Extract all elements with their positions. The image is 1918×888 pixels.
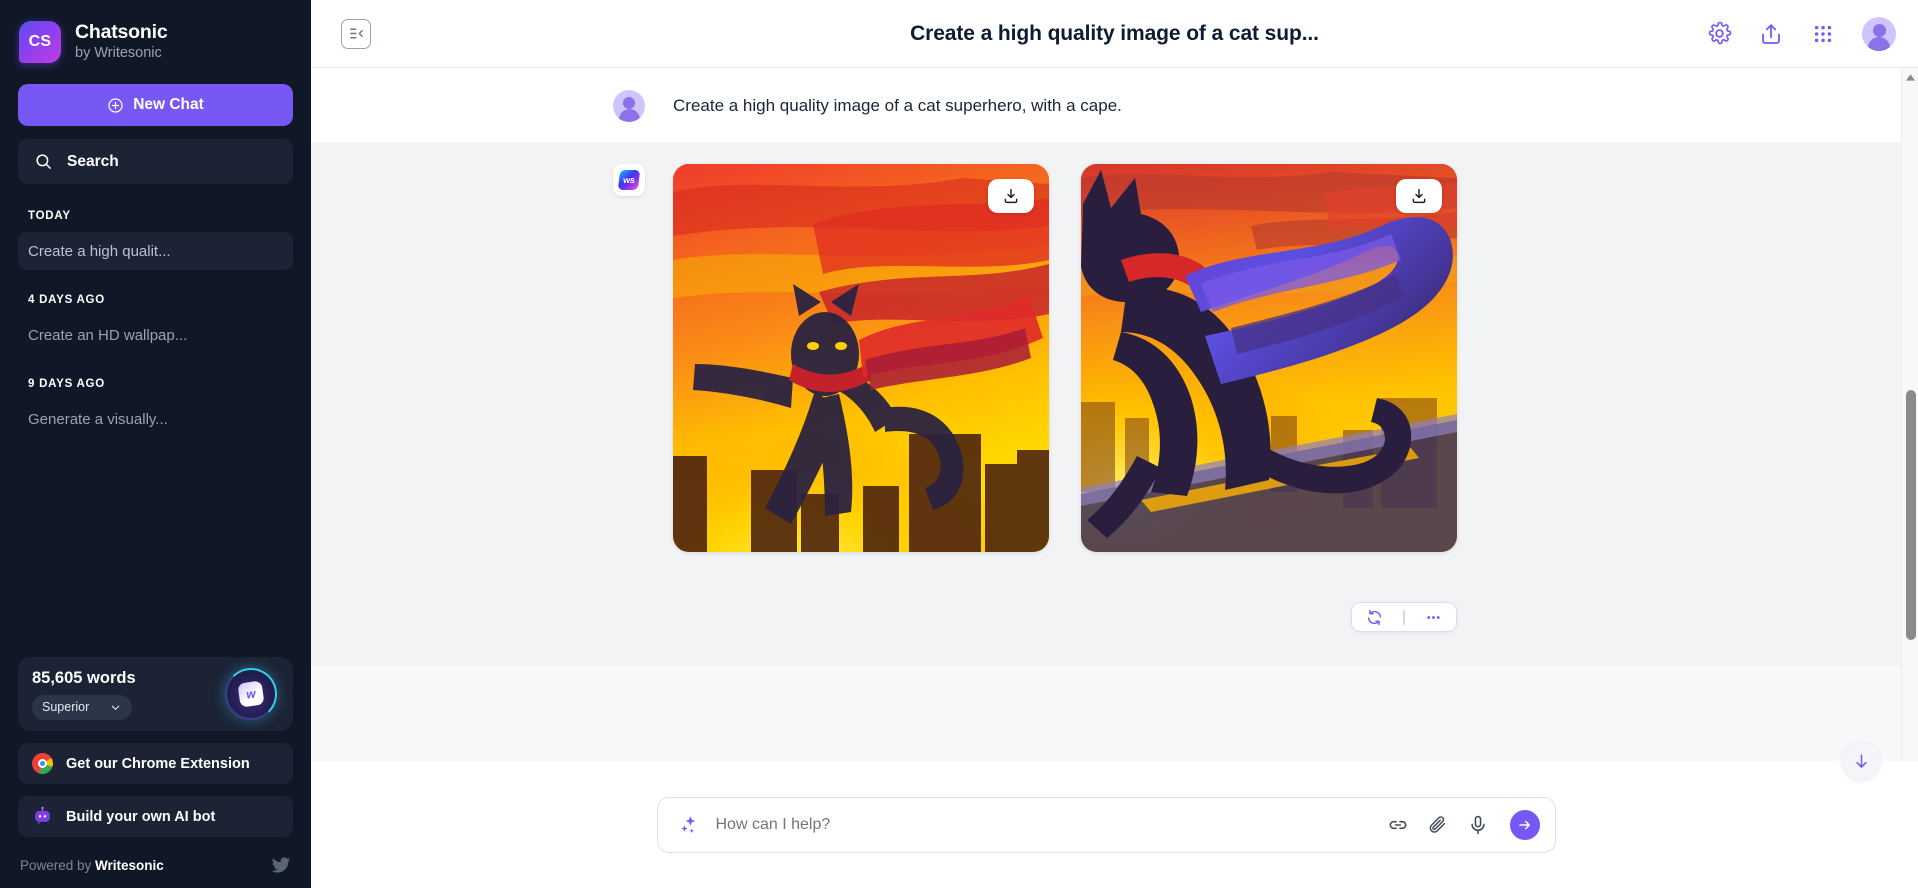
new-chat-label: New Chat bbox=[133, 96, 204, 113]
history-item-title: Create an HD wallpap... bbox=[28, 326, 188, 344]
artwork-cat-red-cape bbox=[673, 164, 1049, 552]
word-balance-orb: w bbox=[225, 668, 277, 720]
history-item-4days-0[interactable]: Create an HD wallpap... bbox=[18, 316, 293, 354]
main-panel: Create a high quality image of a cat sup… bbox=[311, 0, 1918, 888]
search-label: Search bbox=[67, 152, 119, 170]
top-bar: Create a high quality image of a cat sup… bbox=[311, 0, 1918, 68]
word-balance-card: 85,605 words Superior w bbox=[18, 657, 293, 731]
robot-icon bbox=[32, 806, 53, 827]
writesonic-avatar: ws bbox=[613, 164, 645, 196]
powered-prefix: Powered by bbox=[20, 858, 96, 873]
sidebar: CS Chatsonic by Writesonic New Chat Sear… bbox=[0, 0, 311, 888]
scrollbar-thumb[interactable] bbox=[1905, 390, 1916, 640]
brand: CS Chatsonic by Writesonic bbox=[18, 0, 293, 63]
app-root: CS Chatsonic by Writesonic New Chat Sear… bbox=[0, 0, 1918, 888]
download-image-1-button[interactable] bbox=[988, 179, 1034, 213]
user-message-row: Create a high quality image of a cat sup… bbox=[311, 68, 1918, 142]
scroll-up-arrow-icon[interactable] bbox=[1905, 73, 1916, 82]
ws-mark: ws bbox=[617, 170, 641, 190]
history-item-title: Create a high qualit... bbox=[28, 242, 171, 260]
download-icon bbox=[1412, 188, 1426, 204]
composer-area bbox=[311, 761, 1918, 888]
chatsonic-logo: CS bbox=[19, 21, 61, 63]
sparkle-icon bbox=[678, 814, 700, 836]
writesonic-mark: w bbox=[237, 680, 265, 708]
gear-icon[interactable] bbox=[1706, 21, 1732, 47]
download-image-2-button[interactable] bbox=[1396, 179, 1442, 213]
send-arrow-icon bbox=[1518, 820, 1530, 829]
history-group-4-days: 4 DAYS AGO Create an HD wallpap... bbox=[18, 294, 293, 354]
chevron-down-icon bbox=[111, 705, 120, 710]
microphone-icon[interactable] bbox=[1465, 812, 1491, 838]
brand-subtitle: by Writesonic bbox=[75, 45, 162, 62]
share-icon[interactable] bbox=[1758, 21, 1784, 47]
chrome-icon bbox=[32, 753, 53, 774]
history-item-title: Generate a visually... bbox=[28, 410, 168, 428]
page-title: Create a high quality image of a cat sup… bbox=[910, 21, 1319, 45]
message-composer[interactable] bbox=[656, 796, 1556, 853]
apps-grid-icon[interactable] bbox=[1810, 21, 1836, 47]
powered-brand: Writesonic bbox=[95, 858, 164, 873]
history-item-today-0[interactable]: Create a high qualit... bbox=[18, 232, 293, 270]
history-group-label: 9 DAYS AGO bbox=[28, 378, 105, 390]
regenerate-icon[interactable] bbox=[1358, 608, 1390, 627]
download-icon bbox=[1004, 188, 1018, 204]
history-group-label: 4 DAYS AGO bbox=[28, 294, 105, 306]
powered-by: Powered by Writesonic bbox=[18, 857, 293, 874]
plan-label: Superior bbox=[42, 700, 90, 714]
user-avatar bbox=[613, 89, 645, 122]
assistant-message-row: ws bbox=[311, 142, 1918, 666]
vertical-scrollbar[interactable] bbox=[1901, 68, 1918, 761]
generated-image-1[interactable] bbox=[673, 164, 1049, 552]
plus-circle-icon bbox=[108, 97, 123, 113]
user-avatar[interactable] bbox=[1862, 16, 1896, 51]
message-actions bbox=[613, 602, 1457, 632]
chrome-extension-label: Get our Chrome Extension bbox=[66, 755, 250, 772]
attachment-icon[interactable] bbox=[1425, 812, 1451, 838]
sidebar-footer: 85,605 words Superior w Get our Chrome E… bbox=[18, 657, 293, 888]
chat-history: TODAY Create a high qualit... 4 DAYS AGO… bbox=[18, 210, 293, 657]
word-count: 85,605 words bbox=[32, 668, 136, 687]
history-item-9days-0[interactable]: Generate a visually... bbox=[18, 400, 293, 438]
artwork-cat-purple-cape bbox=[1081, 164, 1457, 552]
arrow-down-icon bbox=[1855, 753, 1867, 768]
search-icon bbox=[36, 154, 51, 169]
plan-selector[interactable]: Superior bbox=[32, 694, 132, 720]
build-ai-bot-button[interactable]: Build your own AI bot bbox=[18, 796, 293, 837]
send-button[interactable] bbox=[1509, 809, 1540, 840]
history-group-label: TODAY bbox=[28, 210, 71, 222]
link-icon[interactable] bbox=[1385, 812, 1411, 838]
generated-image-2[interactable] bbox=[1081, 164, 1457, 552]
sidebar-collapse-icon[interactable] bbox=[341, 18, 371, 49]
message-input[interactable] bbox=[715, 815, 1371, 834]
new-chat-button[interactable]: New Chat bbox=[18, 84, 293, 126]
divider bbox=[1403, 609, 1405, 625]
image-gallery bbox=[673, 164, 1457, 552]
conversation-scroll-area: Create a high quality image of a cat sup… bbox=[311, 68, 1918, 761]
twitter-icon[interactable] bbox=[271, 857, 291, 874]
history-group-9-days: 9 DAYS AGO Generate a visually... bbox=[18, 378, 293, 438]
chrome-extension-button[interactable]: Get our Chrome Extension bbox=[18, 743, 293, 784]
history-group-today: TODAY Create a high qualit... bbox=[18, 210, 293, 270]
scroll-to-bottom-button[interactable] bbox=[1842, 742, 1880, 780]
user-message-text: Create a high quality image of a cat sup… bbox=[673, 95, 1122, 115]
more-options-icon[interactable] bbox=[1418, 608, 1450, 627]
brand-name: Chatsonic bbox=[75, 21, 168, 44]
search-button[interactable]: Search bbox=[18, 139, 293, 184]
build-ai-bot-label: Build your own AI bot bbox=[66, 808, 216, 825]
